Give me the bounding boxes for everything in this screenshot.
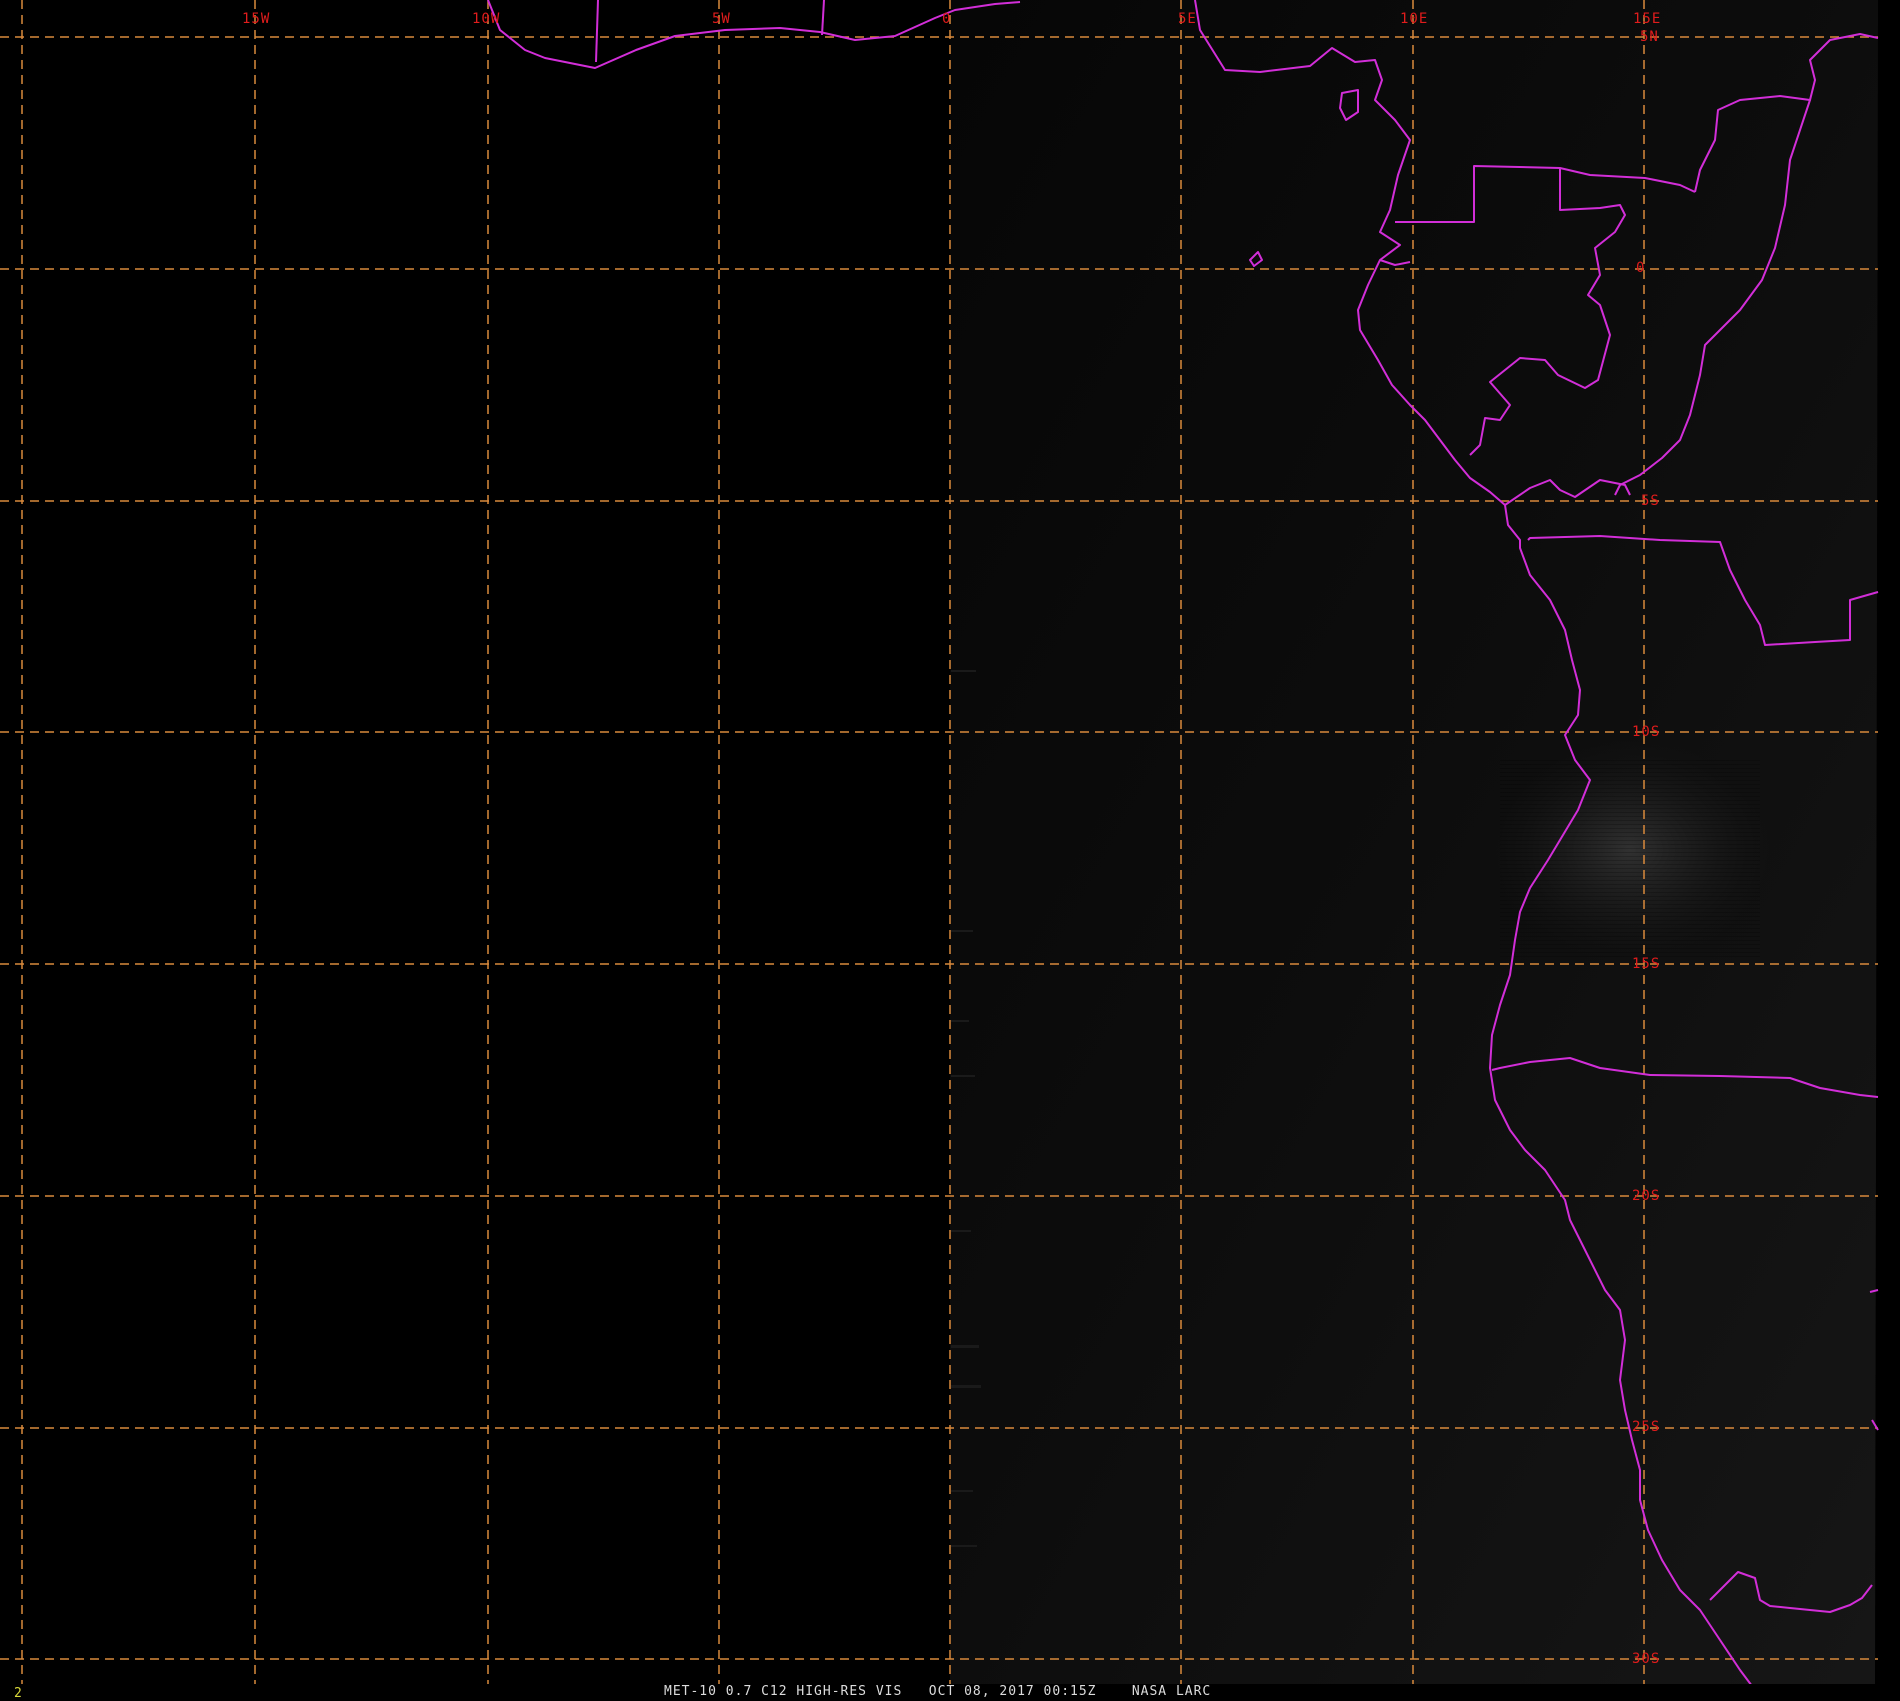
imagery-scanlines bbox=[1500, 760, 1760, 960]
lon-label-15e: 15E bbox=[1633, 11, 1661, 27]
lat-label-5s: 5S bbox=[1641, 493, 1660, 509]
lat-label-30s: 30S bbox=[1632, 1651, 1660, 1667]
frame-number: 2 bbox=[14, 1686, 22, 1701]
lat-label-20s: 20S bbox=[1632, 1188, 1660, 1204]
lat-label-25s: 25S bbox=[1632, 1419, 1660, 1435]
lat-label-0: 0 bbox=[1636, 260, 1645, 276]
lon-label-10e: 10E bbox=[1400, 11, 1428, 27]
lon-label-10w: 10W bbox=[472, 11, 500, 27]
lon-label-0: 0 bbox=[942, 11, 951, 27]
lat-label-10s: 10S bbox=[1632, 724, 1660, 740]
lat-label-15s: 15S bbox=[1632, 956, 1660, 972]
image-caption: MET-10 0.7 C12 HIGH-RES VIS OCT 08, 2017… bbox=[664, 1684, 1212, 1699]
map-svg[interactable]: 15W 10W 5W 0 5E 10E 15E 5N 0 5S 10S 15S … bbox=[0, 0, 1900, 1700]
lon-label-5e: 5E bbox=[1178, 11, 1197, 27]
map-viewer[interactable]: 15W 10W 5W 0 5E 10E 15E 5N 0 5S 10S 15S … bbox=[0, 0, 1900, 1700]
lon-label-15w: 15W bbox=[242, 11, 270, 27]
lat-label-5n: 5N bbox=[1640, 29, 1659, 45]
lon-label-5w: 5W bbox=[712, 11, 731, 27]
